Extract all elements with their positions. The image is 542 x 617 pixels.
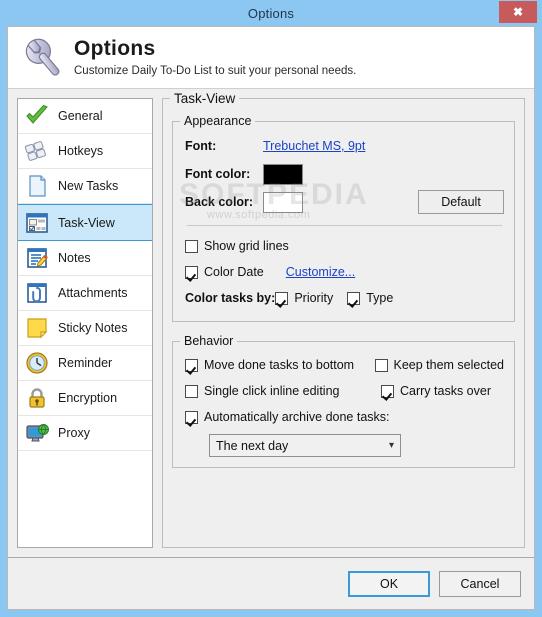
cancel-button[interactable]: Cancel <box>439 570 521 597</box>
behavior-row-2: Single click inline editing Carry tasks … <box>185 378 504 404</box>
move-done-bottom-label[interactable]: Move done tasks to bottom <box>198 358 354 372</box>
move-done-bottom-checkbox[interactable] <box>185 358 198 372</box>
sidebar-item-task-view[interactable]: Task-View <box>18 204 152 241</box>
color-date-checkbox[interactable] <box>185 265 198 279</box>
wrench-icon <box>18 33 70 83</box>
behavior-group: Behavior Move done tasks to bottom Keep … <box>172 334 515 468</box>
sidebar-item-label: Sticky Notes <box>58 321 128 335</box>
monitor-globe-icon <box>21 419 53 447</box>
blank-page-icon <box>21 172 53 200</box>
color-tasks-by-label: Color tasks by: <box>185 291 276 305</box>
carry-tasks-over-group: Carry tasks over <box>381 384 491 398</box>
task-view-group-title: Task-View <box>170 91 240 106</box>
sidebar-item-general[interactable]: General <box>18 99 152 134</box>
sidebar-item-label: Task-View <box>58 215 115 230</box>
clock-icon <box>21 349 53 377</box>
options-dialog: Options ✖ Options Customize Daily To-Do … <box>0 0 542 617</box>
dialog-footer: OK Cancel <box>8 557 534 609</box>
settings-main: Task-View SOFTPEDIA www.softpedia.com Ap… <box>162 91 525 548</box>
keyboard-keys-icon <box>21 137 53 165</box>
sidebar-item-label: Attachments <box>58 286 128 300</box>
sidebar-item-proxy[interactable]: Proxy <box>18 416 152 451</box>
show-grid-lines-label[interactable]: Show grid lines <box>198 239 289 253</box>
back-color-row: Back color: Default <box>185 188 504 216</box>
note-pencil-icon <box>21 244 53 272</box>
back-color-label: Back color: <box>185 195 254 209</box>
settings-sidebar: General Hotkeys New Tasks Task-View Note… <box>17 98 153 548</box>
sidebar-item-attachments[interactable]: Attachments <box>18 276 152 311</box>
sidebar-item-label: Proxy <box>58 426 90 440</box>
sidebar-item-label: General <box>58 109 103 123</box>
close-icon[interactable]: ✖ <box>499 1 537 23</box>
color-by-type-group: Type <box>347 291 393 305</box>
ok-button[interactable]: OK <box>348 570 430 597</box>
color-by-type-label[interactable]: Type <box>360 291 393 305</box>
single-click-editing-checkbox[interactable] <box>185 384 198 398</box>
font-value-link[interactable]: Trebuchet MS, 9pt <box>263 139 365 153</box>
color-by-priority-label[interactable]: Priority <box>288 291 333 305</box>
green-check-icon <box>21 102 53 130</box>
task-view-group: Task-View SOFTPEDIA www.softpedia.com Ap… <box>162 91 525 548</box>
carry-tasks-over-checkbox[interactable] <box>381 384 394 398</box>
show-grid-lines-checkbox[interactable] <box>185 239 198 253</box>
sidebar-item-label: New Tasks <box>58 179 119 193</box>
dialog-body: General Hotkeys New Tasks Task-View Note… <box>8 89 534 557</box>
default-button[interactable]: Default <box>418 190 504 214</box>
sidebar-item-hotkeys[interactable]: Hotkeys <box>18 134 152 169</box>
behavior-group-title: Behavior <box>180 334 238 348</box>
title-bar: Options ✖ <box>0 0 542 26</box>
auto-archive-checkbox[interactable] <box>185 410 198 424</box>
auto-archive-label[interactable]: Automatically archive done tasks: <box>198 410 390 424</box>
sticky-note-icon <box>21 314 53 342</box>
sidebar-item-reminder[interactable]: Reminder <box>18 346 152 381</box>
chevron-down-icon: ▾ <box>388 440 394 451</box>
carry-tasks-over-label[interactable]: Carry tasks over <box>394 384 491 398</box>
header-texts: Options Customize Daily To-Do List to su… <box>70 37 356 79</box>
color-date-label[interactable]: Color Date <box>198 265 264 279</box>
customize-link[interactable]: Customize... <box>286 265 355 279</box>
single-click-editing-label[interactable]: Single click inline editing <box>198 384 340 398</box>
single-click-editing-group: Single click inline editing <box>185 384 367 398</box>
page-title: Options <box>74 36 156 60</box>
keep-them-selected-label[interactable]: Keep them selected <box>388 358 505 372</box>
header-banner: Options Customize Daily To-Do List to su… <box>8 27 534 89</box>
padlock-icon <box>21 384 53 412</box>
behavior-row-1: Move done tasks to bottom Keep them sele… <box>185 352 504 378</box>
sidebar-item-label: Reminder <box>58 356 113 370</box>
font-label: Font: <box>185 139 217 153</box>
appearance-divider <box>187 225 502 226</box>
sidebar-item-label: Encryption <box>58 391 118 405</box>
window-panes-icon <box>21 209 53 237</box>
appearance-group: Appearance Font: Trebuchet MS, 9pt Font … <box>172 114 515 322</box>
window-title: Options <box>247 5 295 21</box>
move-done-bottom-group: Move done tasks to bottom <box>185 358 361 372</box>
sidebar-item-new-tasks[interactable]: New Tasks <box>18 169 152 204</box>
font-row: Font: Trebuchet MS, 9pt <box>185 132 504 160</box>
sidebar-item-label: Hotkeys <box>58 144 104 158</box>
font-color-swatch[interactable] <box>263 163 303 185</box>
font-color-row: Font color: <box>185 160 504 188</box>
appearance-group-title: Appearance <box>180 114 256 128</box>
back-color-swatch[interactable] <box>263 191 303 213</box>
color-by-type-checkbox[interactable] <box>347 291 361 305</box>
page-subtitle: Customize Daily To-Do List to suit your … <box>74 64 357 77</box>
color-by-priority-group: Priority <box>275 291 333 305</box>
sidebar-item-encryption[interactable]: Encryption <box>18 381 152 416</box>
paperclip-icon <box>21 279 53 307</box>
sidebar-item-label: Notes <box>58 251 91 265</box>
keep-them-selected-checkbox[interactable] <box>374 358 388 372</box>
archive-when-value: The next day <box>216 438 289 453</box>
color-by-priority-checkbox[interactable] <box>275 291 289 305</box>
show-grid-lines-row: Show grid lines <box>185 233 504 259</box>
dialog-inner: Options Customize Daily To-Do List to su… <box>7 26 535 610</box>
archive-when-select[interactable]: The next day ▾ <box>209 434 401 457</box>
keep-them-selected-group: Keep them selected <box>374 358 505 372</box>
font-color-label: Font color: <box>185 167 251 181</box>
sidebar-item-notes[interactable]: Notes <box>18 241 152 276</box>
sidebar-item-sticky-notes[interactable]: Sticky Notes <box>18 311 152 346</box>
color-date-row: Color Date Customize... <box>185 259 504 285</box>
color-tasks-by-row: Color tasks by: Priority Type <box>185 285 504 311</box>
auto-archive-row: Automatically archive done tasks: <box>185 404 504 430</box>
